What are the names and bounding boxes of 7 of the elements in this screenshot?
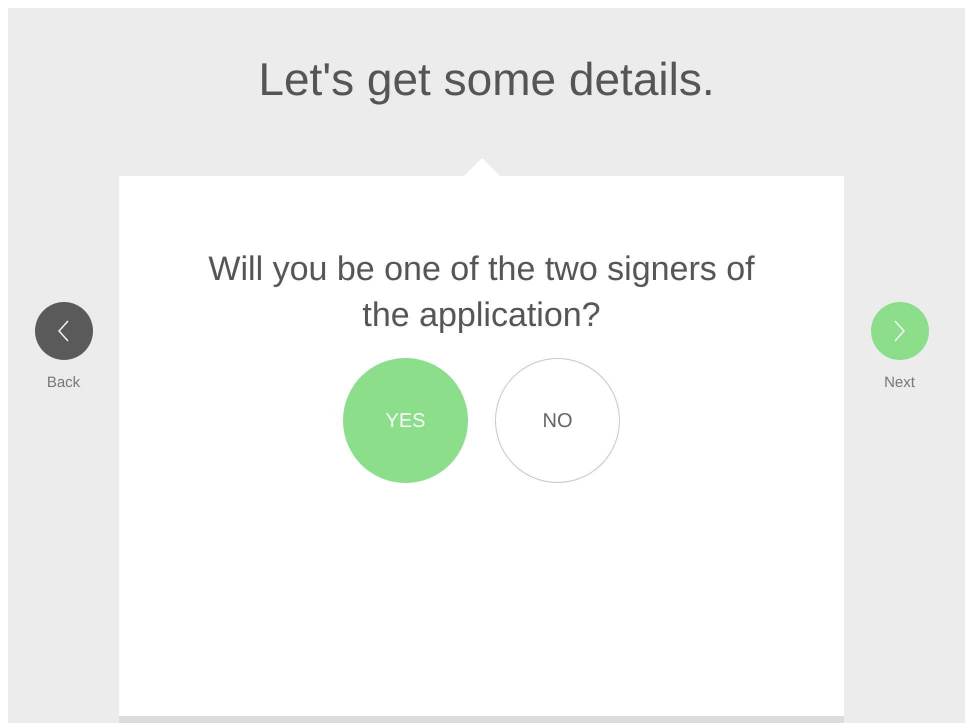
chevron-left-icon <box>58 320 69 342</box>
back-label: Back <box>46 373 80 393</box>
question-text: Will you be one of the two signers of the application? <box>207 249 756 336</box>
chevron-right-icon <box>894 320 905 342</box>
answer-option[interactable]: NO <box>495 358 620 483</box>
next-label: Next <box>884 373 915 393</box>
page-title: Let's get some details. <box>258 56 715 102</box>
